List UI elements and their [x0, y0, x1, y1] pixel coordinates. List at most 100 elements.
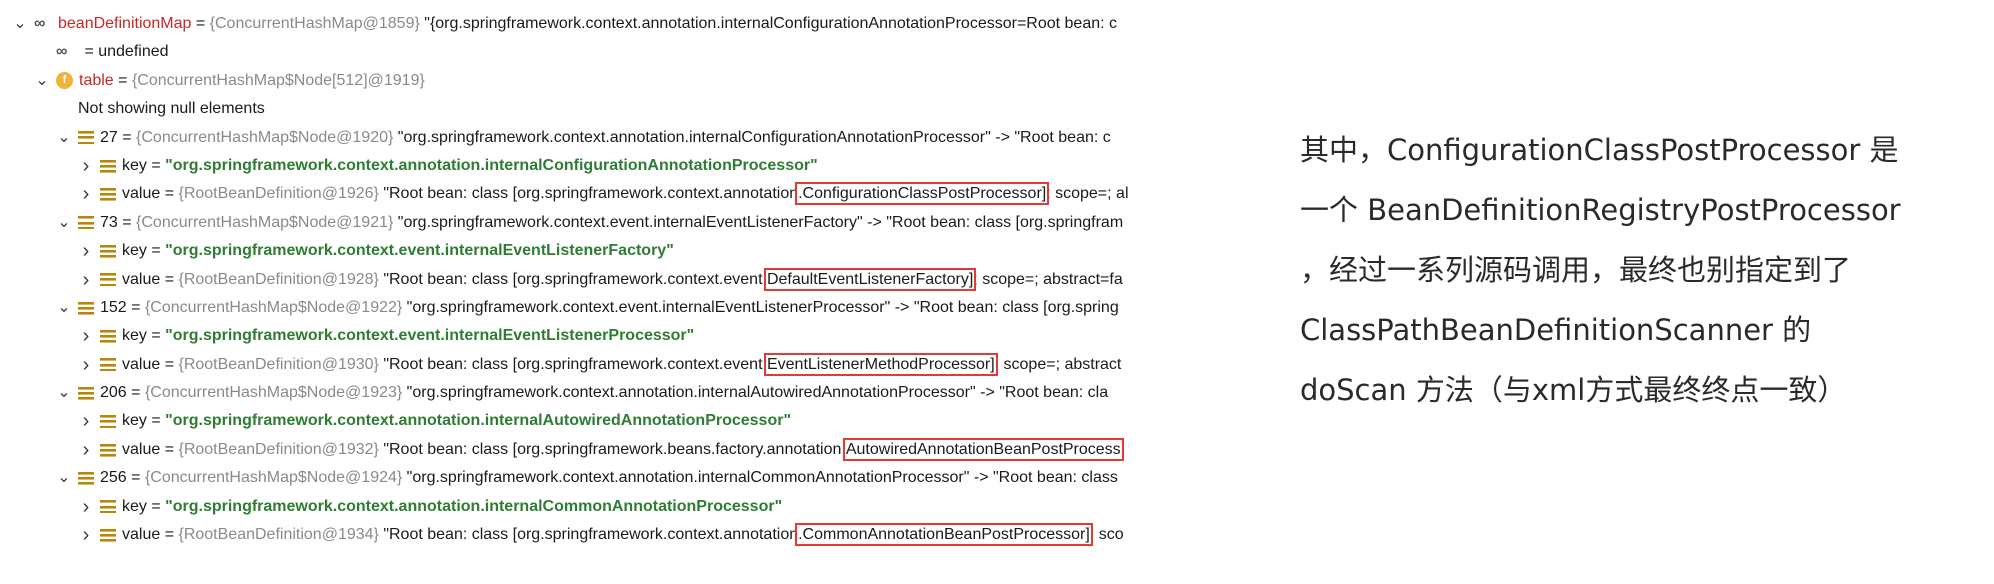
variable-type: {ConcurrentHashMap$Node@1920} — [136, 128, 394, 146]
equals-sign: = — [191, 15, 210, 32]
variable-name: value — [122, 440, 161, 458]
list-entry-icon — [78, 471, 94, 485]
tree-row[interactable]: › value = {RootBeanDefinition@1934} "Root… — [0, 521, 1250, 549]
variable-type: {ConcurrentHashMap$Node@1921} — [136, 213, 394, 231]
description-line: ，经过一系列源码调用，最终也别指定到了 — [1300, 253, 1852, 287]
tree-row[interactable]: ›Not showing null elements — [0, 95, 1250, 123]
description-line: 其中，ConfigurationClassPostProcessor 是 — [1300, 133, 1899, 167]
chevron-right-icon[interactable]: › — [78, 322, 94, 350]
list-entry-icon — [100, 443, 116, 457]
variable-value: Not showing null elements — [78, 100, 265, 118]
variable-value: "org.springframework.context.annotation.… — [393, 128, 1111, 146]
equals-sign: = — [146, 156, 166, 174]
chevron-down-icon[interactable]: ⌄ — [56, 470, 72, 486]
equals-sign: = — [160, 185, 179, 203]
variable-name: 27 — [100, 128, 118, 146]
description-text: 其中，ConfigurationClassPostProcessor 是 一个 … — [1300, 120, 1980, 420]
list-entry-icon — [100, 244, 116, 258]
chevron-down-icon[interactable]: ⌄ — [56, 214, 72, 230]
chevron-right-icon[interactable]: › — [78, 407, 94, 435]
variable-value: "org.springframework.context.annotation.… — [402, 469, 1118, 487]
field-icon: f — [56, 72, 73, 90]
variable-value: "org.springframework.context.annotation.… — [165, 156, 818, 174]
tree-row[interactable]: ⌄ 206 = {ConcurrentHashMap$Node@1923} "or… — [0, 379, 1250, 407]
chevron-right-icon[interactable]: › — [78, 436, 94, 464]
tree-row[interactable]: › key = "org.springframework.context.anno… — [0, 493, 1250, 521]
chevron-right-icon[interactable]: › — [78, 351, 94, 379]
list-entry-icon — [100, 415, 116, 429]
variable-type: {ConcurrentHashMap$Node@1924} — [144, 469, 403, 487]
equals-sign: = — [117, 213, 137, 231]
chevron-right-icon[interactable]: › — [78, 493, 94, 521]
variable-value: "org.springframework.context.annotation.… — [165, 412, 792, 430]
highlighted-class-name: .CommonAnnotationBeanPostProcessor] — [795, 523, 1093, 547]
tree-row[interactable]: › value = {RootBeanDefinition@1932} "Root… — [0, 436, 1250, 464]
variable-type: {RootBeanDefinition@1932} — [178, 440, 379, 458]
tree-row[interactable]: ⌄ f table = {ConcurrentHashMap$Node[512]@1… — [0, 67, 1250, 95]
tree-row[interactable]: ›∞ = undefined — [0, 38, 1250, 66]
infinity-icon: ∞ — [34, 15, 46, 32]
chevron-right-icon[interactable]: › — [78, 266, 94, 294]
description-line: doScan 方法（与xml方式最终终点一致） — [1300, 373, 1847, 407]
list-entry-icon — [100, 330, 116, 343]
chevron-right-icon[interactable]: › — [78, 180, 94, 208]
tree-row[interactable]: ⌄ 27 = {ConcurrentHashMap$Node@1920} "org… — [0, 124, 1250, 152]
description-line: ClassPathBeanDefinitionScanner 的 — [1300, 313, 1812, 347]
equals-sign: = — [160, 270, 179, 288]
variable-name: 256 — [100, 469, 127, 487]
variable-type: {ConcurrentHashMap$Node[512]@1919} — [131, 71, 425, 89]
variable-type: {ConcurrentHashMap$Node@1923} — [144, 384, 403, 402]
variable-value: "org.springframework.context.event.inter… — [165, 327, 695, 345]
variable-value: "{org.springframework.context.annotation… — [419, 15, 1118, 32]
chevron-right-icon[interactable]: › — [78, 152, 94, 180]
variable-name: 206 — [100, 384, 127, 402]
variable-name: value — [122, 270, 161, 288]
variable-type: {ConcurrentHashMap@1859} — [209, 15, 420, 32]
equals-sign: = — [160, 526, 179, 544]
list-entry-icon — [78, 386, 94, 400]
chevron-down-icon[interactable]: ⌄ — [12, 16, 28, 32]
variable-value: "org.springframework.context.annotation.… — [165, 497, 783, 515]
equals-sign: = — [113, 71, 132, 89]
tree-row[interactable]: ⌄ ∞ beanDefinitionMap = {ConcurrentHashMap… — [0, 10, 1250, 38]
chevron-down-icon[interactable]: ⌄ — [34, 72, 50, 88]
equals-sign: = — [126, 384, 145, 402]
variable-value: "Root bean: class [org.springframework.c… — [378, 355, 767, 373]
tree-row[interactable]: ⌄ 256 = {ConcurrentHashMap$Node@1924} "or… — [0, 464, 1250, 492]
tree-row[interactable]: › key = "org.springframework.context.even… — [0, 237, 1250, 265]
list-entry-icon — [100, 358, 116, 372]
equals-sign: = — [146, 327, 166, 345]
tree-row[interactable]: › value = {RootBeanDefinition@1928} "Root… — [0, 266, 1250, 294]
highlighted-class-name: DefaultEventListenerFactory] — [763, 267, 977, 291]
highlighted-class-name: EventListenerMethodProcessor] — [763, 352, 998, 376]
tree-row[interactable]: › key = "org.springframework.context.even… — [0, 322, 1250, 350]
variable-value: "Root bean: class [org.springframework.c… — [378, 185, 799, 203]
list-entry-icon — [100, 188, 116, 202]
list-entry-icon — [100, 500, 116, 514]
list-entry-icon — [78, 216, 94, 230]
tree-row[interactable]: › value = {RootBeanDefinition@1926} "Root… — [0, 180, 1250, 208]
variable-value-rest: ; scope=; abstract — [994, 355, 1122, 373]
tree-row[interactable]: › key = "org.springframework.context.anno… — [0, 407, 1250, 435]
equals-sign: = — [146, 412, 166, 430]
equals-sign: = — [160, 355, 179, 373]
chevron-right-icon[interactable]: › — [78, 237, 94, 265]
variable-value-rest: ; scope=; al — [1046, 185, 1129, 203]
variable-value-rest: ; sco — [1089, 526, 1124, 544]
variable-name: key — [122, 412, 147, 430]
tree-row[interactable]: ⌄ 73 = {ConcurrentHashMap$Node@1921} "org… — [0, 209, 1250, 237]
infinity-icon: ∞ — [56, 43, 68, 61]
chevron-down-icon[interactable]: ⌄ — [56, 300, 72, 316]
list-entry-icon — [100, 273, 116, 287]
tree-row[interactable]: › value = {RootBeanDefinition@1930} "Root… — [0, 351, 1250, 379]
chevron-down-icon[interactable]: ⌄ — [56, 385, 72, 401]
variable-name: value — [122, 526, 161, 544]
tree-row[interactable]: › key = "org.springframework.context.anno… — [0, 152, 1250, 180]
tree-row[interactable]: ⌄ 152 = {ConcurrentHashMap$Node@1922} "or… — [0, 294, 1250, 322]
variable-type: {RootBeanDefinition@1928} — [178, 270, 379, 288]
chevron-down-icon[interactable]: ⌄ — [56, 129, 72, 145]
variable-type: {ConcurrentHashMap$Node@1922} — [144, 298, 403, 316]
chevron-right-icon[interactable]: › — [78, 521, 94, 549]
list-entry-icon — [78, 131, 94, 145]
variable-name: beanDefinitionMap — [58, 15, 192, 32]
